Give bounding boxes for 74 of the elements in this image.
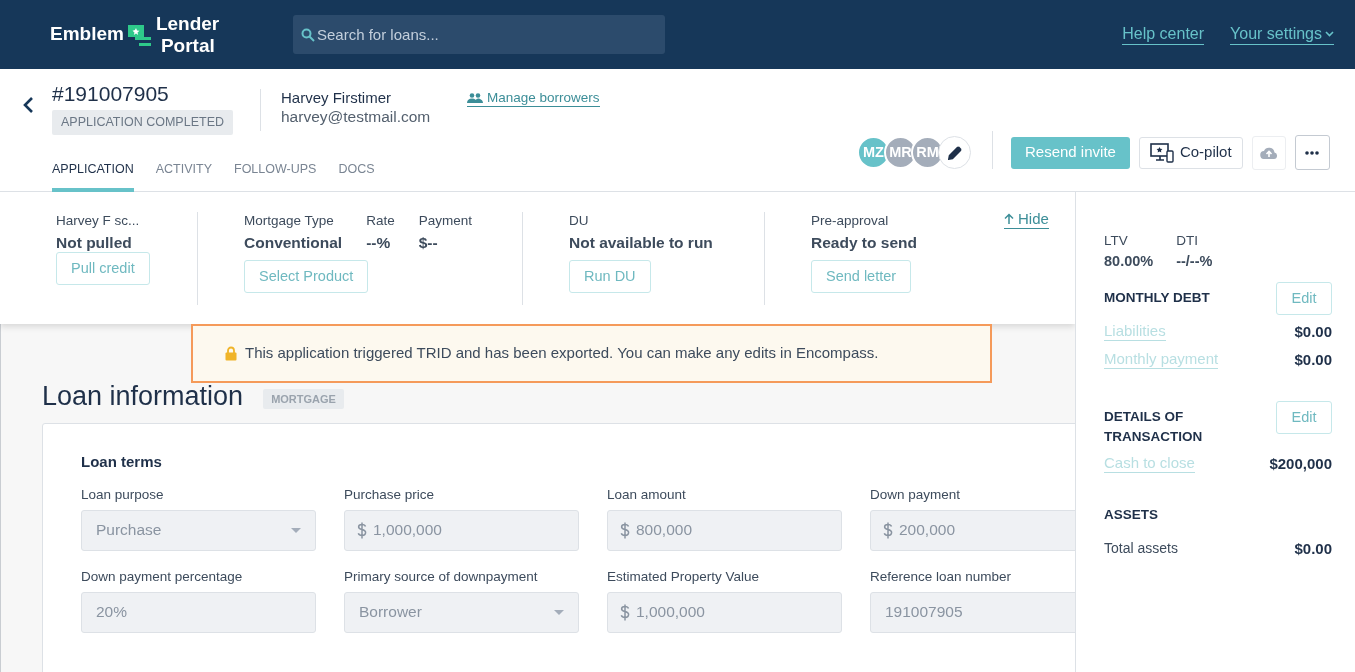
- status-badge: APPLICATION COMPLETED: [52, 110, 233, 135]
- ratio-value: 80.00%: [1104, 252, 1154, 270]
- sidebar-value: $200,000: [1269, 453, 1332, 473]
- logo-text: Lender: [155, 12, 220, 35]
- sidebar-value: $0.00: [1294, 321, 1332, 341]
- edit-button[interactable]: [938, 136, 971, 169]
- search-field[interactable]: Search for loans...: [293, 15, 665, 54]
- arrow-up-icon: [1004, 213, 1014, 225]
- summary-label: DU: [569, 212, 590, 229]
- manage-borrowers-link[interactable]: Manage borrowers: [467, 89, 600, 107]
- sidebar-value: $0.00: [1294, 349, 1332, 369]
- summary-value: --%: [366, 233, 392, 252]
- more-icon: [1305, 150, 1320, 155]
- dropdown-caret-icon: [291, 527, 301, 533]
- field-label: Estimated Property Value: [607, 567, 761, 585]
- dollar-icon: [620, 521, 630, 539]
- section-heading: MONTHLY DEBT: [1104, 289, 1211, 307]
- co-pilot-button[interactable]: Co-pilot: [1138, 136, 1243, 169]
- back-icon[interactable]: [22, 96, 34, 114]
- resend-invite-button[interactable]: Resend invite: [1011, 136, 1130, 169]
- ratio-value: --/--%: [1176, 252, 1213, 270]
- more-button[interactable]: [1294, 135, 1330, 170]
- section-title: Loan information: [42, 379, 244, 413]
- help-link[interactable]: Help center: [1122, 24, 1205, 45]
- section-heading: DETAILS OF TRANSACTION: [1104, 408, 1204, 446]
- sidebar-link[interactable]: Cash to close: [1104, 453, 1195, 473]
- sidebar-value: $0.00: [1294, 539, 1332, 558]
- section-heading: ASSETS: [1104, 506, 1159, 524]
- summary-label: Pre-approval: [811, 212, 890, 229]
- ratio-label: DTI: [1176, 232, 1199, 249]
- chevron-down-icon: [1325, 31, 1334, 37]
- dollar-icon: [620, 603, 630, 621]
- loan-number: #191007905: [52, 81, 169, 107]
- people-icon: [467, 92, 483, 103]
- summary-value: $--: [418, 233, 439, 252]
- field-label: Down payment: [870, 485, 962, 503]
- lock-icon: [225, 346, 237, 361]
- sidebar-link[interactable]: Monthly payment: [1104, 349, 1219, 369]
- summary-label: Mortgage Type: [244, 212, 335, 229]
- sidebar-label: Total assets: [1104, 539, 1178, 558]
- card-title: Loan terms: [81, 452, 163, 472]
- dropdown-caret-icon: [554, 609, 564, 615]
- hide-link[interactable]: Hide: [1004, 210, 1049, 229]
- field-label: Loan amount: [607, 485, 687, 503]
- settings-menu[interactable]: Your settings: [1230, 24, 1334, 45]
- banner-text: This application triggered TRID and has been exported. You can make any edits in Encompass.: [245, 343, 879, 364]
- search-icon: [301, 28, 315, 42]
- monitor-phone-icon: [1149, 142, 1174, 163]
- summary-value: Not available to run: [569, 233, 713, 252]
- summary-label: Payment: [418, 212, 472, 229]
- cloud-upload-icon: [1259, 146, 1278, 159]
- tab[interactable]: ACTIVITY: [155, 151, 212, 192]
- field-label: Primary source of downpayment: [344, 567, 539, 585]
- field-label: Purchase price: [344, 485, 436, 503]
- field-label: Down payment percentage: [81, 567, 244, 585]
- borrower-email: harvey@testmail.com: [281, 107, 431, 126]
- field-label: Reference loan number: [870, 567, 1013, 585]
- dollar-icon: [883, 521, 893, 539]
- borrower-name: Harvey Firstimer: [281, 88, 392, 107]
- logo-text: Portal: [159, 34, 216, 57]
- summary-value: Conventional: [244, 233, 343, 252]
- field-label: Loan purpose: [81, 485, 165, 503]
- sidebar-link[interactable]: Liabilities: [1104, 321, 1166, 341]
- mortgage-badge: MORTGAGE: [263, 388, 344, 410]
- ratio-label: LTV: [1104, 232, 1129, 249]
- summary-label: Harvey F sc...: [56, 212, 140, 229]
- tab[interactable]: DOCS: [338, 151, 375, 192]
- logo-text: Emblem: [50, 22, 124, 47]
- dollar-icon: [357, 521, 367, 539]
- summary-label: Rate: [366, 212, 395, 229]
- tab[interactable]: FOLLOW-UPS: [234, 151, 317, 192]
- summary-value: Ready to send: [811, 233, 917, 252]
- summary-value: Not pulled: [56, 233, 133, 252]
- pencil-icon: [947, 145, 962, 160]
